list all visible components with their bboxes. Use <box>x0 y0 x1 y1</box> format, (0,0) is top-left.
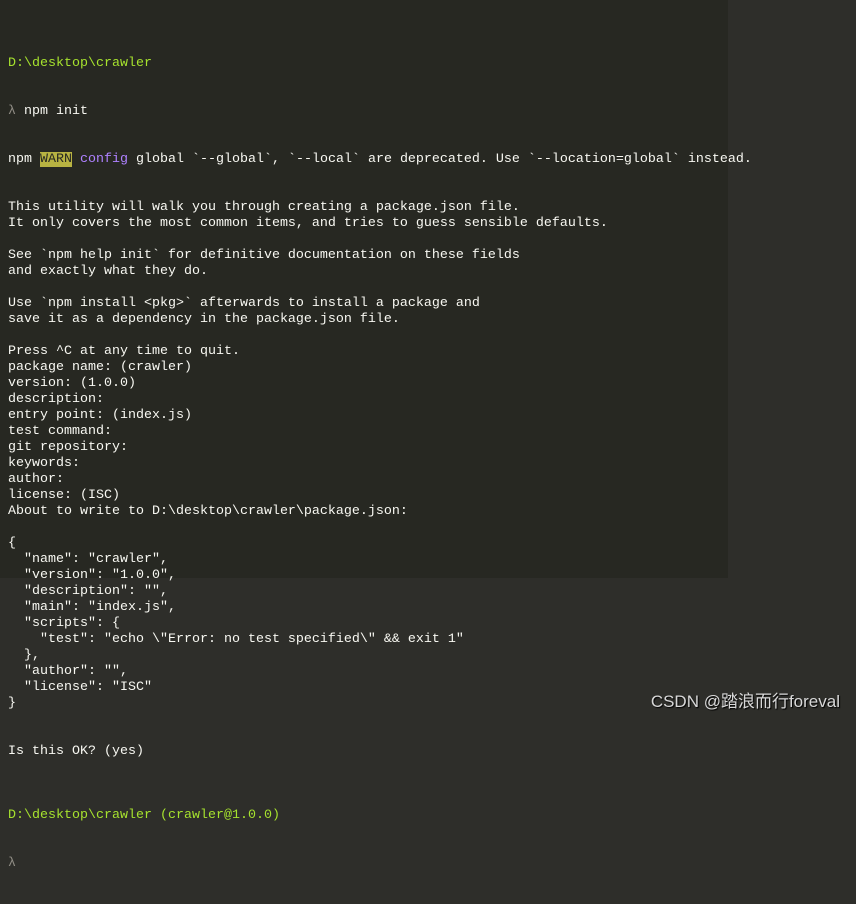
output-line: About to write to D:\desktop\crawler\pac… <box>8 504 408 519</box>
output-line: "author": "", <box>8 664 128 679</box>
output-line: "license": "ISC" <box>8 680 152 695</box>
output-line: entry point: (index.js) <box>8 408 192 423</box>
lambda-prompt: λ <box>8 104 16 119</box>
output-line: license: (ISC) <box>8 488 120 503</box>
output-line: "name": "crawler", <box>8 552 168 567</box>
output-line: "scripts": { <box>8 616 120 631</box>
command-line: λ npm init <box>8 104 752 120</box>
output-line: author: <box>8 472 64 487</box>
warn-badge: WARN <box>40 152 72 167</box>
terminal-window[interactable]: D:\desktop\crawler λ npm init npm WARN c… <box>0 0 752 871</box>
output-line: package name: (crawler) <box>8 360 192 375</box>
warn-npm: npm <box>8 152 40 167</box>
watermark: CSDN @踏浪而行foreval <box>650 692 840 711</box>
warn-config: config <box>72 152 128 167</box>
output-line: "main": "index.js", <box>8 600 176 615</box>
terminal-output: D:\desktop\crawler λ npm init npm WARN c… <box>8 24 752 904</box>
warn-message: global `--global`, `--local` are depreca… <box>128 152 752 167</box>
output-line: Is this OK? (yes) <box>8 744 144 759</box>
output-line: } <box>8 696 16 711</box>
init-output: This utility will walk you through creat… <box>8 200 752 776</box>
output-line: version: (1.0.0) <box>8 376 136 391</box>
output-line: keywords: <box>8 456 80 471</box>
warn-line: npm WARN config global `--global`, `--lo… <box>8 152 752 168</box>
output-line: "description": "", <box>8 584 168 599</box>
output-line: This utility will walk you through creat… <box>8 200 520 215</box>
output-line: Press ^C at any time to quit. <box>8 344 240 359</box>
output-line: { <box>8 536 16 551</box>
output-line: description: <box>8 392 104 407</box>
output-line: test command: <box>8 424 112 439</box>
output-line: }, <box>8 648 40 663</box>
prompt-path-2: D:\desktop\crawler (crawler@1.0.0) <box>8 808 280 823</box>
lambda-prompt-2[interactable]: λ <box>8 856 752 872</box>
output-line: save it as a dependency in the package.j… <box>8 312 400 327</box>
output-line: It only covers the most common items, an… <box>8 216 608 231</box>
command-text: npm init <box>24 104 88 119</box>
output-line: and exactly what they do. <box>8 264 208 279</box>
output-line: git repository: <box>8 440 128 455</box>
output-line: "test": "echo \"Error: no test specified… <box>8 632 464 647</box>
output-line: Use `npm install <pkg>` afterwards to in… <box>8 296 480 311</box>
output-line: See `npm help init` for definitive docum… <box>8 248 520 263</box>
output-line: "version": "1.0.0", <box>8 568 176 583</box>
prompt-path: D:\desktop\crawler <box>8 56 152 71</box>
